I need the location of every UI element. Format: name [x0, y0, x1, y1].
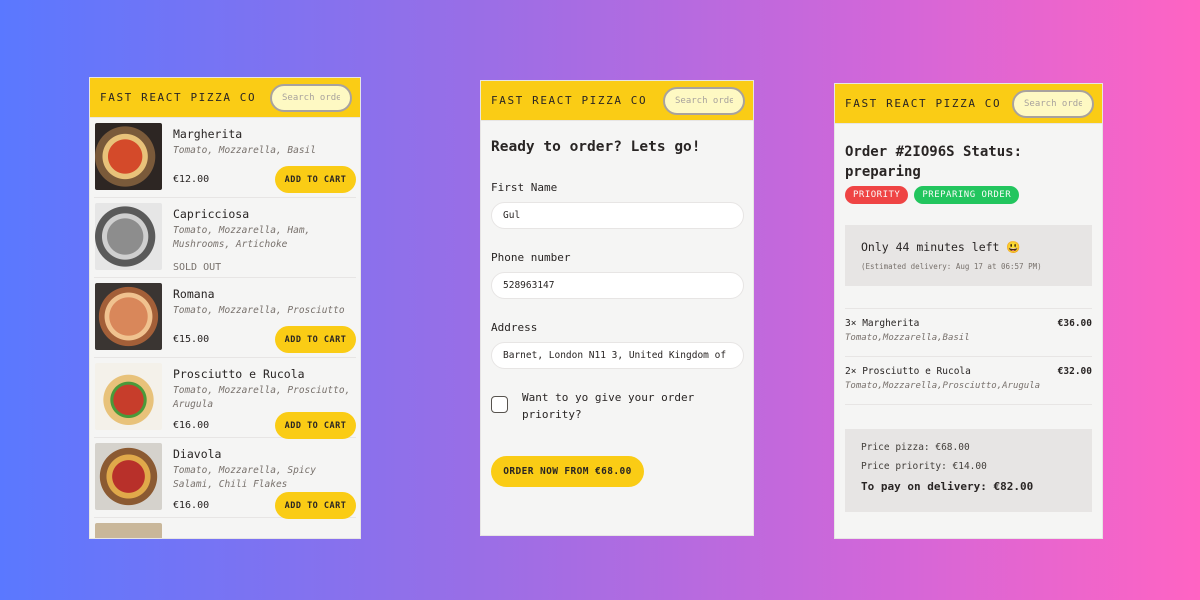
order-status: Order #2IO96S Status: preparing Priority…: [835, 124, 1102, 512]
app-header: Fast React Pizza Co: [90, 78, 360, 118]
first-name-field[interactable]: [491, 202, 744, 229]
form-title: Ready to order? Lets go!: [491, 139, 701, 155]
pizza-ingredients: Tomato, Mozzarella, Prosciutto: [173, 305, 345, 316]
item-quantity: 2×: [845, 366, 857, 377]
status-badges: Priority Preparing order: [845, 186, 1092, 204]
search-order-input[interactable]: [270, 83, 352, 112]
address-label: Address: [491, 321, 538, 334]
pizza-name: Capricciosa: [173, 207, 250, 221]
order-now-button[interactable]: Order now from €68.00: [491, 456, 644, 487]
pizza-image: [95, 443, 162, 510]
eta-estimate: (Estimated delivery: Aug 17 at 06:57 PM): [861, 262, 1042, 271]
price-pizza: Price pizza: €68.00: [861, 442, 970, 453]
first-name-label: First Name: [491, 181, 558, 194]
pizza-name: Romana: [173, 287, 215, 301]
pizza-price: €16.00: [173, 420, 210, 431]
app-header: Fast React Pizza Co: [481, 81, 753, 121]
pizza-image: [95, 363, 162, 430]
address-field[interactable]: [491, 342, 744, 369]
price-priority: Price priority: €14.00: [861, 461, 987, 472]
menu-list: Margherita Tomato, Mozzarella, Basil €12…: [90, 118, 360, 538]
total-due: To pay on delivery: €82.00: [861, 480, 1034, 493]
priority-badge: Priority: [845, 186, 909, 204]
pizza-price: €12.00: [173, 174, 210, 185]
order-item: 2× Prosciutto e Rucola €32.00 Tomato,Moz…: [845, 357, 1092, 405]
pizza-ingredients: Tomato, Mozzarella, Ham, Mushrooms, Arti…: [173, 225, 311, 250]
item-ingredients: Tomato,Mozzarella,Basil: [845, 333, 970, 343]
add-to-cart-button[interactable]: Add to cart: [275, 492, 356, 519]
pizza-image: [95, 523, 162, 538]
menu-item: [94, 518, 356, 538]
menu-screen: Fast React Pizza Co Margherita Tomato, M…: [89, 77, 361, 539]
app-logo[interactable]: Fast React Pizza Co: [845, 97, 1001, 110]
pizza-image: [95, 203, 162, 270]
priority-checkbox[interactable]: [491, 396, 508, 413]
app-header: Fast React Pizza Co: [835, 84, 1102, 124]
item-quantity: 3×: [845, 318, 857, 329]
menu-item: Capricciosa Tomato, Mozzarella, Ham, Mus…: [94, 198, 356, 278]
item-price: €32.00: [1057, 366, 1092, 377]
pizza-price: €15.00: [173, 334, 210, 345]
item-price: €36.00: [1057, 318, 1092, 329]
pizza-name: Diavola: [173, 447, 222, 461]
item-ingredients: Tomato,Mozzarella,Prosciutto,Arugula: [845, 381, 1041, 391]
item-name: Prosciutto e Rucola: [862, 366, 971, 377]
order-items-list: 3× Margherita €36.00 Tomato,Mozzarella,B…: [845, 308, 1092, 405]
pizza-price: €16.00: [173, 500, 210, 511]
sold-out-label: Sold out: [173, 262, 222, 273]
order-form-screen: Fast React Pizza Co Ready to order? Lets…: [480, 80, 754, 536]
search-order-input[interactable]: [663, 86, 745, 115]
item-name: Margherita: [862, 318, 920, 329]
status-badge: Preparing order: [914, 186, 1020, 204]
order-status-screen: Fast React Pizza Co Order #2IO96S Status…: [834, 83, 1103, 539]
order-status-title: Order #2IO96S Status: preparing: [845, 144, 1023, 180]
price-summary: Price pizza: €68.00 Price priority: €14.…: [845, 429, 1092, 512]
app-logo[interactable]: Fast React Pizza Co: [491, 94, 647, 107]
add-to-cart-button[interactable]: Add to cart: [275, 326, 356, 353]
menu-item: Diavola Tomato, Mozzarella, Spicy Salami…: [94, 438, 356, 519]
add-to-cart-button[interactable]: Add to cart: [275, 166, 356, 193]
phone-field[interactable]: [491, 272, 744, 299]
order-form: Ready to order? Lets go! First Name Phon…: [481, 121, 753, 487]
pizza-image: [95, 283, 162, 350]
pizza-name: Margherita: [173, 127, 243, 141]
menu-item: Romana Tomato, Mozzarella, Prosciutto €1…: [94, 278, 356, 358]
eta-countdown: Only 44 minutes left 😃: [861, 240, 1021, 254]
phone-label: Phone number: [491, 251, 571, 264]
menu-item: Prosciutto e Rucola Tomato, Mozzarella, …: [94, 358, 356, 439]
search-order-input[interactable]: [1012, 89, 1094, 118]
pizza-ingredients: Tomato, Mozzarella, Basil: [173, 145, 316, 156]
order-item: 3× Margherita €36.00 Tomato,Mozzarella,B…: [845, 309, 1092, 357]
priority-label: Want to yo give your order priority?: [522, 391, 695, 421]
pizza-ingredients: Tomato, Mozzarella, Spicy Salami, Chili …: [173, 465, 316, 490]
add-to-cart-button[interactable]: Add to cart: [275, 412, 356, 439]
pizza-ingredients: Tomato, Mozzarella, Prosciutto, Arugula: [173, 385, 351, 410]
pizza-name: Prosciutto e Rucola: [173, 367, 305, 381]
priority-row: Want to yo give your order priority?: [491, 389, 743, 423]
menu-item: Margherita Tomato, Mozzarella, Basil €12…: [94, 118, 356, 198]
pizza-image: [95, 123, 162, 190]
eta-box: Only 44 minutes left 😃 (Estimated delive…: [845, 225, 1092, 286]
app-logo[interactable]: Fast React Pizza Co: [100, 91, 256, 104]
